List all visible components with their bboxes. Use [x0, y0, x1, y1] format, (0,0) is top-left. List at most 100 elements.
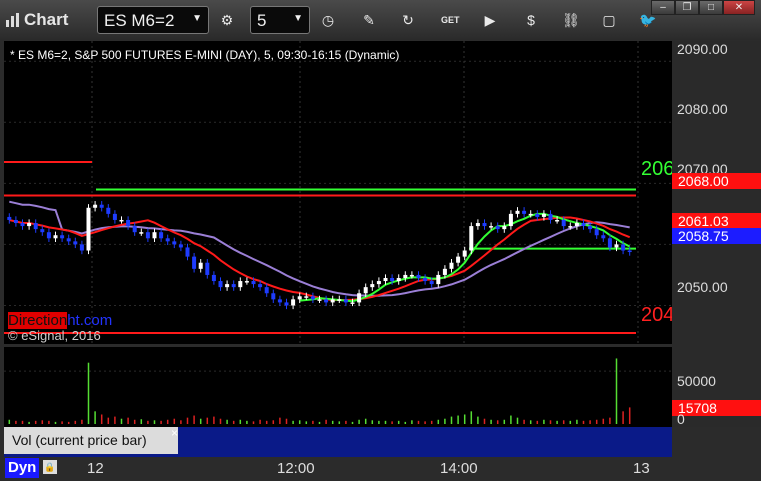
candle-body [416, 274, 421, 278]
volume-bar [173, 418, 176, 424]
volume-bar [133, 419, 136, 424]
candle-body [581, 223, 586, 227]
candle-body [231, 284, 236, 288]
candle-body [469, 226, 474, 251]
candle-body [568, 226, 573, 228]
candle-body [258, 284, 263, 288]
volume-bar [529, 420, 532, 424]
volume-bar [378, 420, 380, 424]
candle-body [198, 262, 203, 269]
volume-bar [589, 420, 591, 424]
volume-bar [450, 416, 453, 424]
time-label-1400: 14:00 [440, 460, 478, 477]
dollar-icon[interactable]: $ [522, 11, 540, 29]
candle-body [79, 244, 84, 251]
candle-body [172, 241, 177, 245]
volume-bar [404, 421, 407, 424]
candle-body [205, 262, 210, 275]
price-axis[interactable]: 2090.00 2080.00 2070.00 2050.00 2068.00 … [672, 41, 761, 427]
volume-study-label[interactable]: Vol (current price bar) [4, 427, 178, 454]
restore-button[interactable]: ❐ [675, 0, 699, 15]
refresh-icon[interactable]: ↻ [399, 11, 417, 29]
candle-body [152, 232, 157, 239]
get-data-icon[interactable]: GET [441, 11, 460, 29]
chart-header: * ES M6=2, S&P 500 FUTURES E-MINI (DAY),… [10, 48, 400, 62]
volume-bar [424, 421, 426, 424]
comment-icon[interactable]: ▢ [600, 11, 618, 29]
interval-value: 5 [257, 11, 267, 30]
volume-bar [457, 415, 459, 424]
chevron-down-icon[interactable]: ▼ [192, 13, 202, 24]
volume-bar [325, 419, 327, 424]
volume-bar [292, 420, 294, 424]
candle-body [396, 277, 401, 282]
candle-body [66, 238, 71, 242]
volume-bar [61, 421, 63, 424]
candle-body [495, 226, 500, 230]
candle-body [185, 247, 190, 257]
volume-bar [120, 418, 123, 424]
candle-body [317, 299, 322, 301]
volume-bar [153, 420, 156, 424]
volume-bar [430, 420, 433, 424]
candle-body [423, 277, 428, 282]
red-line-label: 204 [641, 304, 675, 326]
volume-study-close-icon[interactable]: × [171, 426, 178, 440]
minimize-button[interactable]: ‒ [651, 0, 675, 15]
chart-toolbar: Chart ES M6=2 ▼ ⚙ 5 ▼ ◷ ✎ ↻ GET ▶ $ ⛓ ▢ … [0, 0, 761, 41]
candle-body [621, 244, 626, 251]
volume-tick-50000: 50000 [677, 373, 716, 389]
lock-icon[interactable]: 🔒 [43, 460, 57, 474]
volume-bar [523, 419, 525, 424]
price-tick-2080: 2080.00 [677, 101, 728, 117]
link-icon[interactable]: ⛓ [562, 11, 580, 29]
close-button[interactable]: ✕ [723, 0, 755, 15]
play-icon[interactable]: ▶ [481, 11, 499, 29]
price-tick-2050: 2050.00 [677, 279, 728, 295]
candle-body [561, 219, 566, 227]
volume-bar [477, 416, 479, 424]
price-plot[interactable]: * ES M6=2, S&P 500 FUTURES E-MINI (DAY),… [4, 41, 675, 344]
candle-body [390, 277, 395, 282]
candle-body [13, 219, 18, 224]
volume-bar [147, 420, 149, 424]
clock-icon[interactable]: ◷ [319, 11, 337, 29]
volume-plot[interactable] [4, 347, 672, 427]
volume-bar [602, 418, 605, 424]
pencil-icon[interactable]: ✎ [360, 11, 378, 29]
volume-bar [127, 417, 129, 424]
candle-body [139, 232, 144, 234]
volume-bar [417, 420, 420, 424]
price-tag-last: 2058.75 [672, 228, 761, 244]
candle-body [93, 204, 98, 208]
volume-bar [186, 417, 189, 424]
volume-bar [15, 420, 17, 424]
candle-body [86, 207, 91, 251]
candle-body [607, 238, 612, 248]
candle-body [337, 299, 342, 301]
settings-icon[interactable]: ⚙ [218, 11, 236, 29]
candle-body [489, 226, 494, 228]
volume-bar [470, 411, 473, 424]
symbol-value: ES M6=2 [104, 11, 175, 30]
candle-body [502, 226, 507, 230]
candle-body [277, 299, 282, 303]
dynamic-button[interactable]: Dyn [5, 458, 40, 478]
chevron-down-icon[interactable]: ▼ [293, 13, 303, 24]
candle-body [106, 207, 111, 214]
maximize-button[interactable]: □ [699, 0, 723, 15]
volume-chart-svg [4, 358, 672, 424]
volume-bar [562, 420, 565, 424]
candle-body [218, 281, 223, 288]
volume-bar [213, 416, 215, 424]
candle-body [251, 281, 256, 285]
volume-bar [615, 358, 618, 424]
time-label-day12: 12 [87, 460, 104, 477]
volume-bar [536, 420, 539, 424]
candle-body [20, 223, 25, 227]
candle-body [330, 299, 335, 303]
interval-select[interactable]: 5 ▼ [250, 6, 310, 34]
symbol-input[interactable]: ES M6=2 ▼ [97, 6, 209, 34]
volume-bar [496, 420, 499, 424]
candle-body [119, 219, 124, 222]
